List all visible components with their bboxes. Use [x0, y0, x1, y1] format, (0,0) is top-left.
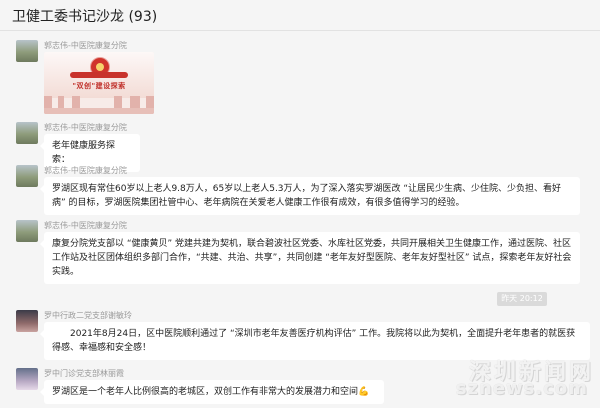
message-text: 罗湖区是一个老年人比例很高的老城区，双创工作有非常大的发展潜力和空间 [52, 387, 359, 397]
avatar[interactable] [16, 310, 38, 332]
message-bubble[interactable]: 罗湖区现有常住60岁以上老人9.8万人，65岁以上老人5.3万人，为了深入落实罗… [40, 177, 580, 215]
chat-title[interactable]: 卫健工委书记沙龙 (93) [12, 6, 157, 26]
shared-image[interactable]: "双创"建设探索 [44, 52, 154, 114]
avatar[interactable] [16, 122, 38, 144]
sender-name: 郭志伟-中医院康复分院 [44, 41, 127, 50]
avatar[interactable] [16, 368, 38, 390]
muscle-emoji-icon: 💪 [358, 387, 370, 397]
watermark: 深圳新闻网 sznews.com [394, 354, 594, 402]
avatar[interactable] [16, 165, 38, 187]
sender-name: 罗中行政二党支部谢敏玲 [44, 311, 132, 320]
skyline-base [44, 108, 154, 114]
watermark-en: sznews.com [455, 378, 588, 399]
chat-header: 卫健工委书记沙龙 (93) [0, 0, 600, 31]
sender-name: 郭志伟-中医院康复分院 [44, 221, 127, 230]
image-caption: "双创"建设探索 [72, 82, 126, 90]
message-bubble[interactable]: 康复分院党支部以 “健康黄贝” 党建共建为契机，联合碧波社区党委、水库社区党委，… [40, 232, 580, 284]
avatar[interactable] [16, 40, 38, 62]
sender-name: 郭志伟-中医院康复分院 [44, 166, 127, 175]
sender-name: 罗中门诊党支部林丽霞 [44, 369, 124, 378]
timestamp: 昨天 20:12 [497, 292, 547, 306]
avatar[interactable] [16, 220, 38, 242]
sender-name: 郭志伟-中医院康复分院 [44, 123, 127, 132]
message-bubble[interactable]: 罗湖区是一个老年人比例很高的老城区，双创工作有非常大的发展潜力和空间💪 [40, 380, 384, 404]
red-ribbon [70, 72, 128, 78]
